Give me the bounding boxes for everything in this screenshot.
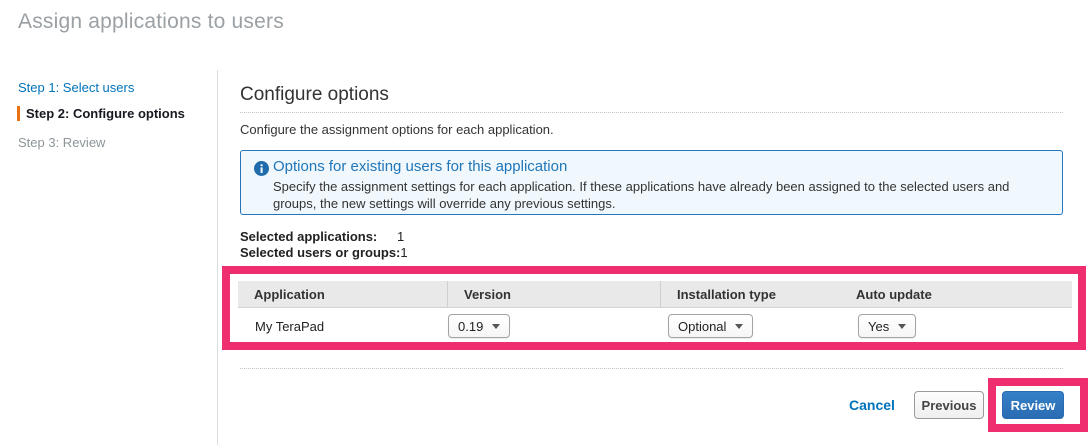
table-header-row: Application Version Installation type Au… bbox=[238, 281, 1072, 308]
auto-update-dropdown[interactable]: Yes bbox=[858, 314, 917, 338]
installation-type-cell: Optional bbox=[660, 308, 840, 344]
applications-table: Application Version Installation type Au… bbox=[238, 281, 1072, 345]
info-icon bbox=[254, 161, 269, 176]
chevron-down-icon bbox=[898, 323, 907, 329]
sidebar-divider bbox=[217, 70, 218, 445]
review-button[interactable]: Review bbox=[1002, 391, 1064, 419]
application-name-cell: My TeraPad bbox=[255, 318, 325, 334]
summary-label: Selected applications: bbox=[240, 229, 378, 244]
installation-type-dropdown-value: Optional bbox=[678, 318, 727, 334]
column-header-auto-update: Auto update bbox=[856, 286, 932, 302]
page-title: Assign applications to users bbox=[18, 10, 284, 33]
column-header-version: Version bbox=[447, 281, 660, 307]
chevron-down-icon bbox=[492, 323, 501, 329]
selection-summary: Selected applications: 1 Selected users o… bbox=[240, 229, 408, 261]
column-header-application: Application bbox=[254, 286, 325, 302]
sidebar-step-1-select-users[interactable]: Step 1: Select users bbox=[18, 80, 134, 95]
assign-applications-page: Assign applications to users Step 1: Sel… bbox=[0, 0, 1091, 445]
info-box-body: Specify the assignment settings for each… bbox=[273, 179, 1010, 211]
summary-label: Selected users or groups: bbox=[240, 245, 401, 260]
sidebar-step-2-configure-options[interactable]: Step 2: Configure options bbox=[17, 106, 185, 121]
table-row: My TeraPad 0.19 Optional Yes bbox=[238, 308, 1072, 345]
version-dropdown[interactable]: 0.19 bbox=[448, 314, 511, 338]
summary-row-applications: Selected applications: 1 bbox=[240, 229, 408, 245]
sidebar-step-3-review: Step 3: Review bbox=[18, 135, 106, 150]
summary-value: 1 bbox=[400, 245, 408, 260]
section-description: Configure the assignment options for eac… bbox=[240, 122, 554, 137]
section-heading: Configure options bbox=[240, 84, 389, 105]
info-box-title: Options for existing users for this appl… bbox=[273, 158, 568, 175]
footer-separator bbox=[240, 368, 1063, 369]
cancel-link[interactable]: Cancel bbox=[849, 397, 895, 413]
auto-update-dropdown-value: Yes bbox=[868, 318, 890, 334]
summary-value: 1 bbox=[397, 229, 405, 244]
auto-update-cell: Yes bbox=[840, 308, 1072, 344]
summary-row-users-groups: Selected users or groups:1 bbox=[240, 245, 408, 261]
column-header-installation-type: Installation type bbox=[660, 281, 840, 307]
heading-separator bbox=[240, 112, 1063, 113]
version-dropdown-value: 0.19 bbox=[458, 318, 484, 334]
version-cell: 0.19 bbox=[447, 308, 660, 344]
info-box: Options for existing users for this appl… bbox=[240, 150, 1063, 215]
previous-button[interactable]: Previous bbox=[914, 391, 984, 419]
installation-type-dropdown[interactable]: Optional bbox=[668, 314, 754, 338]
chevron-down-icon bbox=[735, 323, 744, 329]
